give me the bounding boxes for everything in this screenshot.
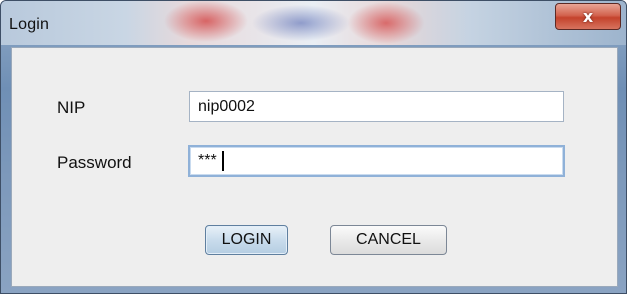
login-window: Login x NIP Password LOGIN CANCEL [0,0,627,294]
cancel-button[interactable]: CANCEL [330,225,447,255]
password-label: Password [57,153,132,172]
login-button[interactable]: LOGIN [205,225,288,255]
login-button-label: LOGIN [221,231,272,248]
title-bar[interactable]: Login x [1,1,626,45]
login-form-panel: NIP Password LOGIN CANCEL [11,47,618,287]
window-title: Login [9,16,50,33]
text-caret [222,151,224,171]
password-input[interactable] [188,145,565,177]
close-icon: x [582,7,594,26]
nip-input[interactable] [189,91,564,122]
nip-label: NIP [57,98,86,117]
cancel-button-label: CANCEL [356,231,421,248]
close-button[interactable]: x [555,3,621,30]
